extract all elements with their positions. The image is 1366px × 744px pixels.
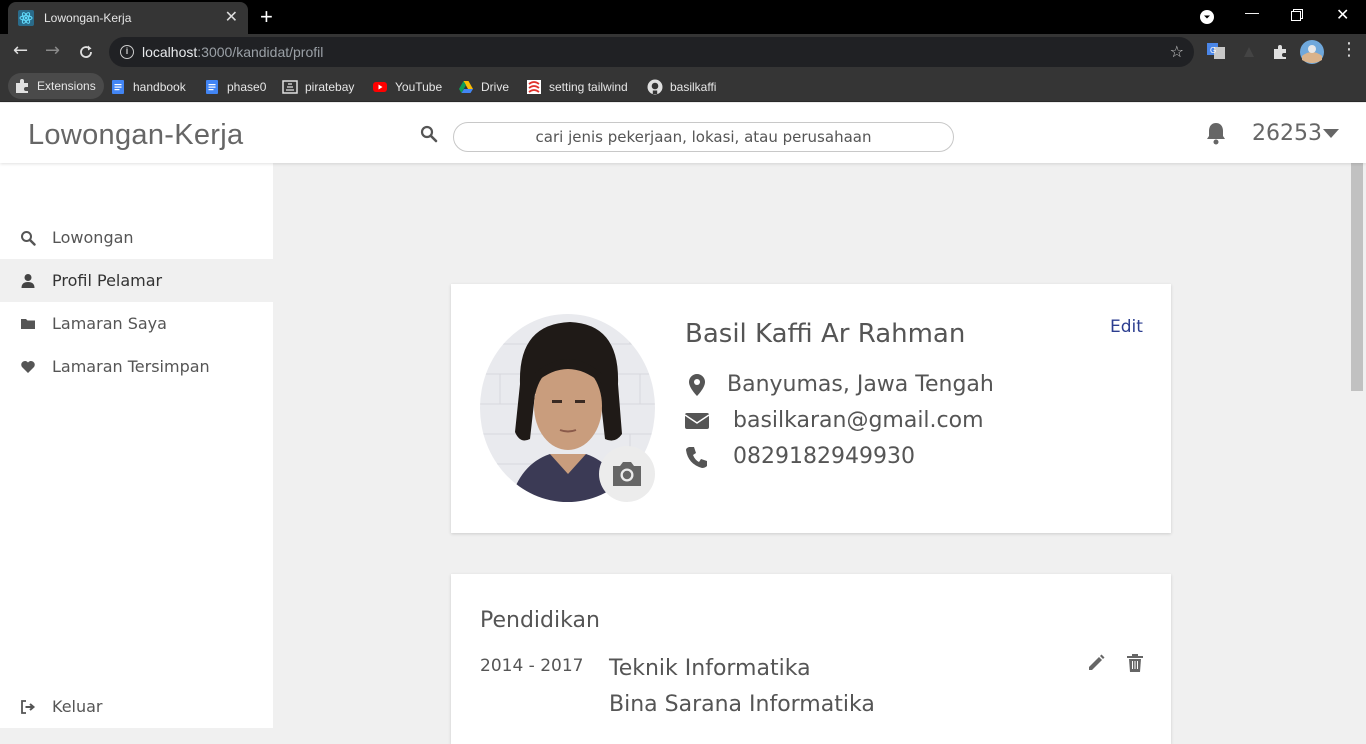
bookmark-label: piratebay — [305, 80, 355, 94]
new-tab-icon[interactable]: + — [260, 6, 273, 28]
site-info-icon[interactable]: i — [120, 45, 134, 59]
bookmark-label: YouTube — [395, 80, 443, 94]
tab-close-icon[interactable]: ✕ — [225, 10, 238, 26]
sidebar-item-label: Lowongan — [52, 228, 134, 247]
profile-avatar-icon[interactable] — [1300, 40, 1324, 64]
bookmark-piratebay[interactable]: piratebay — [282, 76, 354, 98]
education-years: 2014 - 2017 — [480, 656, 584, 676]
back-arrow-icon[interactable]: ← — [13, 42, 28, 60]
search-input[interactable]: cari jenis pekerjaan, lokasi, atau perus… — [453, 122, 954, 152]
caret-down-icon[interactable] — [1323, 129, 1339, 139]
scrollbar-thumb[interactable] — [1351, 163, 1363, 391]
sidebar: Lowongan Profil Pelamar Lamaran Saya Lam… — [0, 163, 273, 728]
sidebar-item-label: Lamaran Saya — [52, 314, 167, 333]
piratebay-icon — [282, 80, 298, 94]
edit-profile-link[interactable]: Edit — [1110, 317, 1143, 337]
sidebar-item-label: Lamaran Tersimpan — [52, 357, 210, 376]
tab-search-icon[interactable] — [1200, 10, 1214, 24]
react-favicon-icon — [18, 10, 34, 26]
extension-dim-icon[interactable] — [1240, 43, 1258, 61]
bookmark-handbook[interactable]: handbook — [110, 76, 186, 98]
bookmark-phase0[interactable]: phase0 — [204, 76, 266, 98]
address-bar[interactable]: i localhost:3000/kandidat/profil ☆ — [109, 37, 1194, 67]
sidebar-item-profil-pelamar[interactable]: Profil Pelamar — [0, 259, 273, 302]
app-header: Lowongan-Kerja cari jenis pekerjaan, lok… — [0, 103, 1366, 163]
page-scrollbar[interactable] — [1349, 163, 1366, 728]
browser-tabbar: Lowongan-Kerja ✕ + — ✕ — [0, 0, 1366, 34]
education-major: Teknik Informatika — [609, 656, 811, 681]
url-text: localhost:3000/kandidat/profil — [142, 44, 324, 60]
sidebar-item-label: Keluar — [52, 697, 103, 716]
app-logo[interactable]: Lowongan-Kerja — [28, 119, 243, 152]
email-text: basilkaran@gmail.com — [733, 408, 984, 433]
bookmarks-bar: Extensions handbook phase0 piratebay You… — [0, 70, 1366, 102]
education-school: Bina Sarana Informatika — [609, 692, 875, 717]
search-icon — [21, 230, 36, 246]
chrome-menu-icon[interactable]: ⋮ — [1340, 41, 1358, 59]
bookmark-youtube[interactable]: YouTube — [372, 76, 442, 98]
change-photo-button[interactable] — [599, 446, 655, 502]
profile-name: Basil Kaffi Ar Rahman — [685, 319, 966, 349]
bookmark-label: setting tailwind — [549, 80, 628, 94]
education-card: Pendidikan 2014 - 2017 Teknik Informatik… — [451, 574, 1171, 744]
puzzle-icon — [16, 79, 28, 93]
sidebar-item-lowongan[interactable]: Lowongan — [0, 216, 273, 259]
profile-location: Banyumas, Jawa Tengah — [685, 372, 994, 397]
restore-icon[interactable] — [1291, 9, 1303, 21]
bookmark-label: basilkaffi — [670, 80, 717, 94]
bookmark-setting-tailwind[interactable]: setting tailwind — [526, 76, 628, 98]
sidebar-item-keluar[interactable]: Keluar — [0, 685, 273, 728]
search-icon — [420, 125, 438, 143]
profile-phone: 0829182949930 — [685, 444, 915, 469]
phone-text: 0829182949930 — [733, 444, 915, 469]
profile-card: Basil Kaffi Ar Rahman Edit Banyumas, Jaw… — [451, 284, 1171, 533]
location-text: Banyumas, Jawa Tengah — [727, 372, 994, 397]
user-icon — [21, 273, 35, 288]
map-marker-icon — [689, 373, 705, 396]
trash-icon[interactable] — [1127, 654, 1143, 672]
minimize-icon[interactable]: — — [1245, 4, 1259, 20]
drive-icon — [459, 81, 473, 93]
github-icon — [647, 79, 663, 95]
bookmark-extensions[interactable]: Extensions — [8, 73, 104, 99]
bookmark-star-icon[interactable]: ☆ — [1170, 42, 1184, 61]
education-title: Pendidikan — [480, 608, 600, 633]
docs-icon — [206, 80, 218, 94]
bookmark-label: handbook — [133, 80, 186, 94]
reload-icon[interactable] — [78, 44, 94, 60]
camera-icon — [613, 462, 641, 486]
phone-icon — [686, 446, 707, 468]
docs-icon — [112, 80, 124, 94]
sidebar-item-lamaran-tersimpan[interactable]: Lamaran Tersimpan — [0, 345, 273, 388]
bell-icon[interactable] — [1205, 121, 1227, 145]
bookmark-favicon-icon — [527, 80, 541, 94]
pencil-icon[interactable] — [1087, 654, 1105, 672]
svg-text:G: G — [1210, 46, 1216, 55]
bookmark-label: phase0 — [227, 80, 267, 94]
sidebar-item-lamaran-saya[interactable]: Lamaran Saya — [0, 302, 273, 345]
folder-icon — [21, 318, 35, 329]
translate-icon[interactable]: G — [1207, 42, 1225, 60]
bookmark-basilkaffi[interactable]: basilkaffi — [647, 76, 716, 98]
forward-arrow-icon[interactable]: → — [45, 42, 60, 60]
extensions-puzzle-icon[interactable] — [1271, 43, 1289, 61]
envelope-icon — [685, 412, 709, 429]
bookmark-label: Drive — [481, 80, 510, 94]
user-menu-label[interactable]: 26253 — [1252, 121, 1322, 146]
bookmark-drive[interactable]: Drive — [458, 76, 509, 98]
heart-icon — [21, 360, 35, 373]
bookmark-label: Extensions — [37, 79, 96, 93]
youtube-icon — [373, 82, 387, 92]
sidebar-item-label: Profil Pelamar — [52, 271, 163, 290]
sign-out-icon — [21, 699, 36, 714]
tab-title: Lowongan-Kerja — [44, 11, 132, 25]
browser-toolbar: ← → i localhost:3000/kandidat/profil ☆ G… — [0, 34, 1366, 70]
window-close-icon[interactable]: ✕ — [1336, 5, 1349, 25]
browser-tab[interactable]: Lowongan-Kerja ✕ — [8, 2, 248, 34]
profile-email: basilkaran@gmail.com — [685, 408, 984, 433]
